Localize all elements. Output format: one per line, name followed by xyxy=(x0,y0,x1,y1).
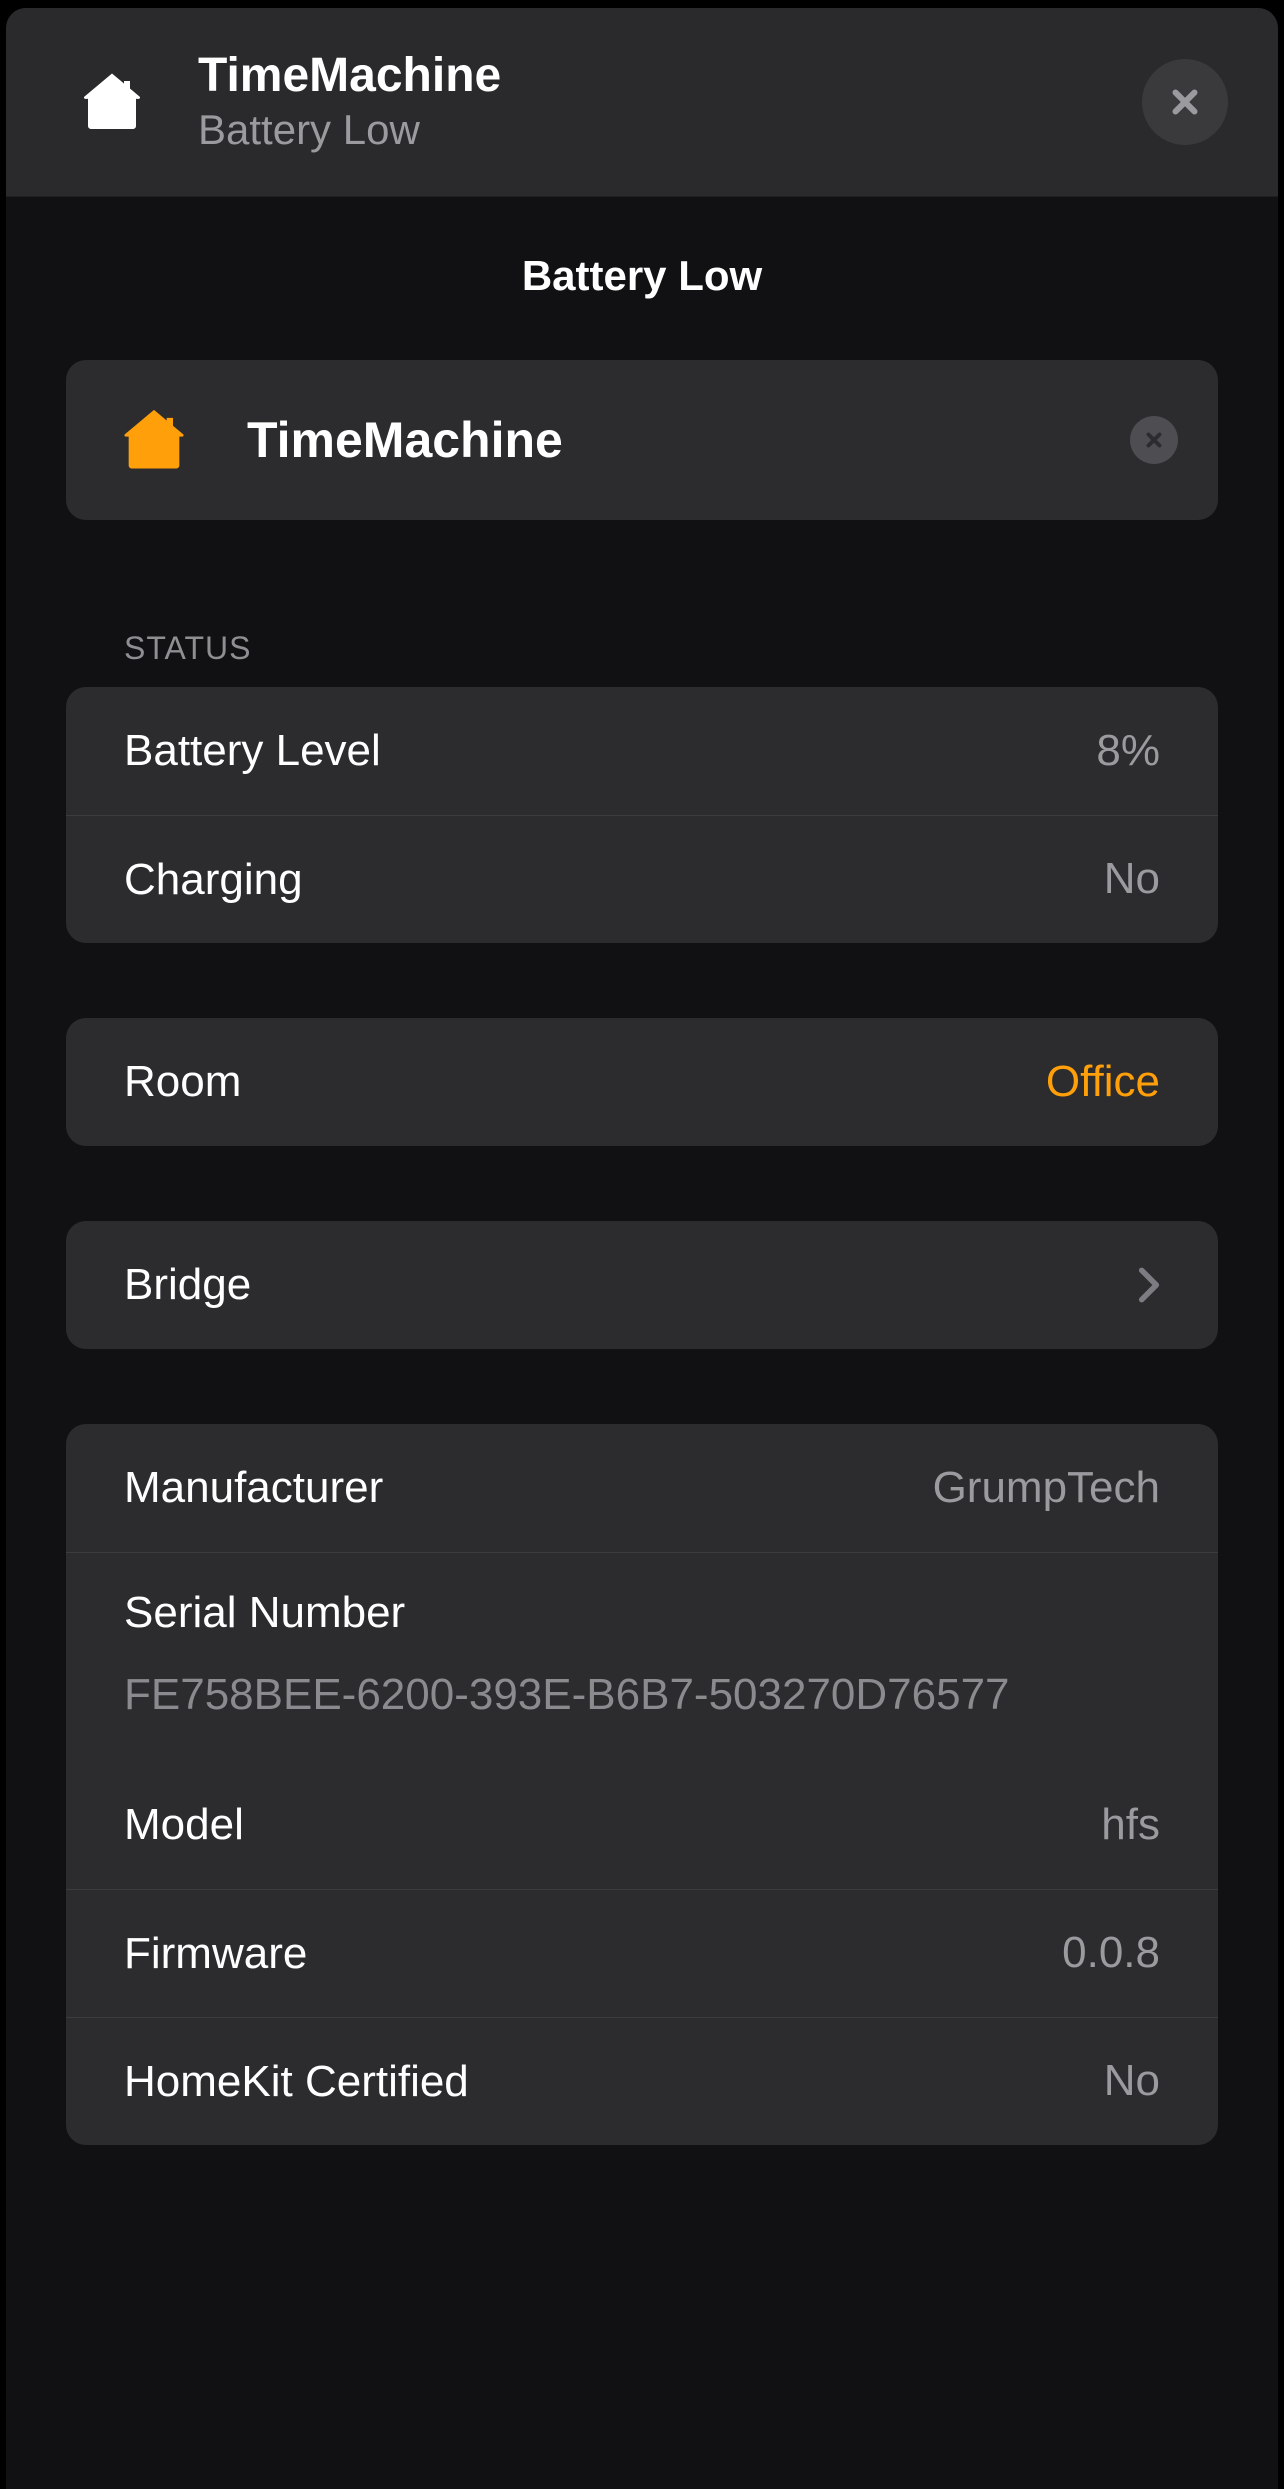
close-button[interactable] xyxy=(1142,59,1228,145)
firmware-value: 0.0.8 xyxy=(1062,1928,1160,1978)
homekit-label: HomeKit Certified xyxy=(124,2054,1104,2109)
sheet-header: TimeMachine Battery Low xyxy=(6,8,1278,197)
firmware-label: Firmware xyxy=(124,1926,1062,1981)
homekit-row: HomeKit Certified No xyxy=(66,2017,1218,2145)
serial-label: Serial Number xyxy=(124,1588,1160,1638)
status-group: Battery Level 8% Charging No xyxy=(66,687,1218,943)
manufacturer-row: Manufacturer GrumpTech xyxy=(66,1424,1218,1552)
status-header: STATUS xyxy=(66,630,1218,687)
charging-value: No xyxy=(1104,854,1160,904)
close-icon xyxy=(1143,429,1165,451)
close-icon xyxy=(1166,83,1204,121)
bridge-group: Bridge xyxy=(66,1221,1218,1349)
room-row[interactable]: Room Office xyxy=(66,1018,1218,1146)
battery-level-label: Battery Level xyxy=(124,723,1096,778)
device-name-group: TimeMachine xyxy=(66,360,1218,520)
device-name-label: TimeMachine xyxy=(247,411,1075,469)
sheet-content: Battery Low TimeMachine xyxy=(6,197,1278,2489)
model-label: Model xyxy=(124,1797,1101,1852)
manufacturer-label: Manufacturer xyxy=(124,1460,933,1515)
home-icon xyxy=(76,66,148,138)
clear-name-button[interactable] xyxy=(1130,416,1178,464)
home-icon xyxy=(116,402,192,478)
homekit-value: No xyxy=(1104,2056,1160,2106)
device-name-row[interactable]: TimeMachine xyxy=(66,360,1218,520)
serial-row: Serial Number FE758BEE-6200-393E-B6B7-50… xyxy=(66,1552,1218,1761)
settings-sheet: TimeMachine Battery Low Battery Low xyxy=(6,8,1278,2489)
header-text: TimeMachine Battery Low xyxy=(198,48,1092,156)
model-value: hfs xyxy=(1101,1800,1160,1850)
info-group: Manufacturer GrumpTech Serial Number FE7… xyxy=(66,1424,1218,2145)
battery-level-row: Battery Level 8% xyxy=(66,687,1218,815)
manufacturer-value: GrumpTech xyxy=(933,1463,1160,1513)
header-subtitle: Battery Low xyxy=(198,105,1092,155)
room-value: Office xyxy=(1046,1057,1160,1107)
charging-label: Charging xyxy=(124,852,1104,907)
room-label: Room xyxy=(124,1054,1046,1109)
charging-row: Charging No xyxy=(66,815,1218,943)
firmware-row: Firmware 0.0.8 xyxy=(66,1889,1218,2017)
page-title: Battery Low xyxy=(6,197,1278,360)
serial-value: FE758BEE-6200-393E-B6B7-503270D76577 xyxy=(124,1666,1160,1723)
battery-level-value: 8% xyxy=(1096,726,1160,776)
room-group: Room Office xyxy=(66,1018,1218,1146)
bridge-row[interactable]: Bridge xyxy=(66,1221,1218,1349)
bridge-label: Bridge xyxy=(124,1257,1118,1312)
model-row: Model hfs xyxy=(66,1761,1218,1889)
header-title: TimeMachine xyxy=(198,48,1092,103)
chevron-right-icon xyxy=(1138,1266,1160,1304)
